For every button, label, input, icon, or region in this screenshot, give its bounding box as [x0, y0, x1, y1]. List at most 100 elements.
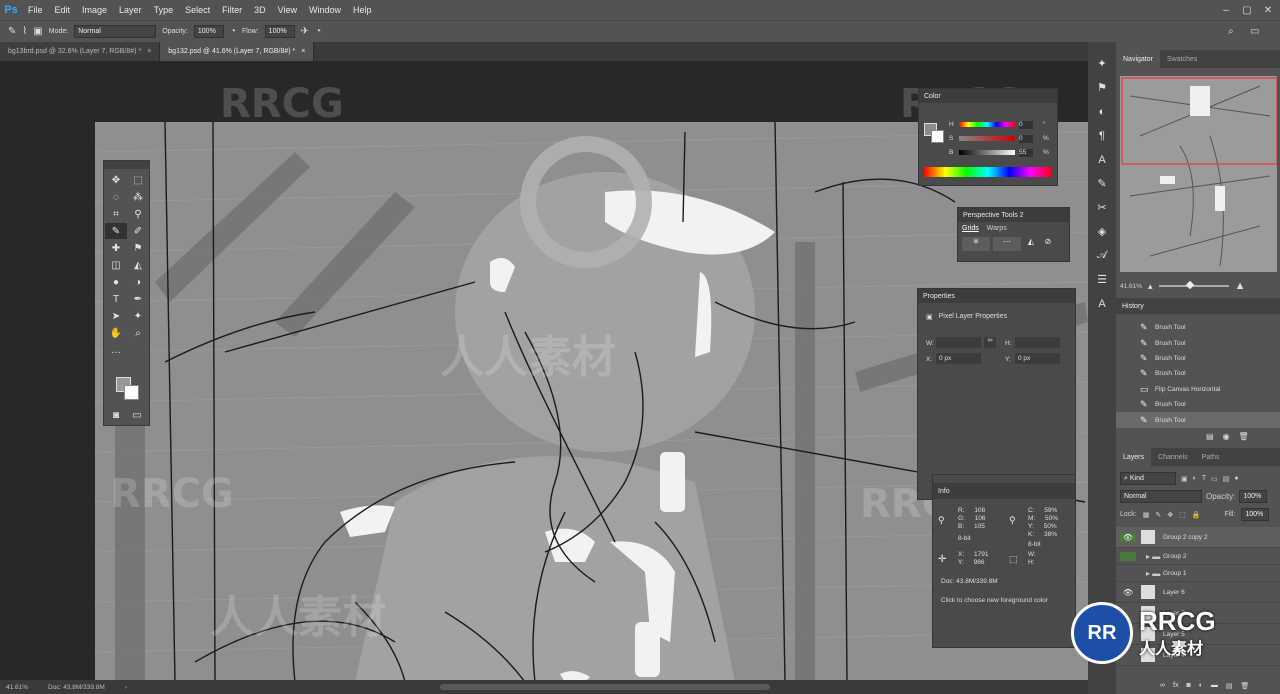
layer-row[interactable]: 👁 Group 2 copy 2 — [1116, 527, 1280, 548]
screen-mode-icon[interactable]: ▭ — [129, 407, 145, 423]
workspace-icon[interactable]: ▭ — [1250, 26, 1259, 37]
filter-shape-icon[interactable]: ▭ — [1211, 475, 1218, 483]
color-bg-swatch[interactable] — [931, 130, 944, 143]
filter-adjustment-icon[interactable]: ◐ — [1193, 475, 1197, 482]
crop-tool-icon[interactable]: ⌗ — [105, 206, 127, 222]
lock-paint-icon[interactable]: ✎ — [1155, 511, 1161, 519]
tab-navigator[interactable]: Navigator — [1116, 50, 1160, 68]
visibility-eye-icon[interactable]: 👁 — [1120, 588, 1136, 597]
3d-cube-icon[interactable]: ◈ — [1093, 224, 1111, 239]
brightness-slider[interactable] — [959, 150, 1015, 155]
pen-tool-icon[interactable]: ✒ — [127, 291, 149, 307]
lock-artboard-icon[interactable]: ⬚ — [1179, 511, 1186, 519]
brush-settings-icon[interactable]: ✎ — [1093, 176, 1111, 191]
visibility-eye-icon[interactable]: 👁 — [1120, 532, 1136, 542]
more-tools-icon[interactable]: … — [105, 342, 127, 358]
zoom-tool-icon[interactable]: ⌕ — [127, 325, 149, 341]
blend-mode-select[interactable]: Normal — [1120, 490, 1202, 503]
history-item[interactable]: ✎ Brush Tool — [1116, 335, 1280, 350]
layer-row[interactable]: ▸ ▬ Group 2 — [1116, 548, 1280, 565]
history-item[interactable]: ✎ Brush Tool — [1116, 366, 1280, 381]
paragraph-icon[interactable]: ¶ — [1093, 128, 1111, 143]
filter-pixel-icon[interactable]: ▣ — [1181, 475, 1188, 483]
menu-view[interactable]: View — [272, 5, 303, 15]
zoom-slider[interactable] — [1158, 280, 1229, 290]
menu-select[interactable]: Select — [179, 5, 216, 15]
marquee-tool-icon[interactable]: ⬚ — [127, 172, 149, 188]
history-title[interactable]: History — [1116, 298, 1280, 314]
quick-mask-icon[interactable]: ◙ — [108, 407, 124, 423]
zoom-out-icon[interactable]: ▴ — [1148, 281, 1153, 292]
flow-input[interactable]: 100% — [264, 25, 295, 38]
tool-presets-icon[interactable]: ✦ — [1093, 56, 1111, 71]
link-layers-icon[interactable]: ∞ — [1160, 682, 1165, 690]
filter-type-icon[interactable]: T — [1202, 475, 1206, 482]
history-item[interactable]: ✎ Brush Tool — [1116, 351, 1280, 366]
eraser-tool-icon[interactable]: ◫ — [105, 257, 127, 273]
history-item-current[interactable]: ✎ Brush Tool — [1116, 412, 1280, 428]
filter-toggle-icon[interactable]: ● — [1234, 475, 1238, 482]
hue-value[interactable]: 0 — [1019, 121, 1033, 129]
new-document-icon[interactable]: ▤ — [1206, 432, 1214, 441]
hide-icon[interactable]: ⊘ — [1041, 237, 1055, 251]
delete-layer-icon[interactable]: 🗑 — [1241, 682, 1250, 690]
add-mask-icon[interactable]: ◙ — [1186, 682, 1190, 690]
menu-window[interactable]: Window — [303, 5, 347, 15]
background-color-swatch[interactable] — [124, 385, 139, 400]
horizontal-scrollbar[interactable] — [440, 684, 770, 690]
saturation-value[interactable]: 0 — [1019, 135, 1033, 143]
dodge-tool-icon[interactable]: ◑ — [127, 274, 149, 290]
grid-horizon-icon[interactable]: ⋯ — [993, 237, 1021, 251]
menu-image[interactable]: Image — [76, 5, 113, 15]
zoom-slider-thumb[interactable] — [1185, 280, 1194, 290]
grid-radial-icon[interactable]: ✳ — [962, 237, 990, 251]
menu-edit[interactable]: Edit — [49, 5, 77, 15]
menu-filter[interactable]: Filter — [216, 5, 248, 15]
new-group-icon[interactable]: ▬ — [1211, 682, 1218, 690]
clone-stamp-tool-icon[interactable]: ⚑ — [127, 240, 149, 256]
maximize-icon[interactable]: ▢ — [1237, 0, 1257, 20]
zoom-in-icon[interactable]: ▲ — [1235, 280, 1246, 292]
menu-layer[interactable]: Layer — [113, 5, 148, 15]
tab-close-icon[interactable]: × — [301, 48, 305, 55]
link-icon[interactable]: ∞ — [984, 337, 996, 348]
lock-all-icon[interactable]: 🔒 — [1192, 511, 1201, 519]
menu-help[interactable]: Help — [347, 5, 378, 15]
adjustments-icon[interactable]: ◐ — [1093, 104, 1111, 119]
brush-tool-icon[interactable]: ✎ — [105, 223, 127, 239]
tab-swatches[interactable]: Swatches — [1160, 50, 1204, 68]
blur-tool-icon[interactable]: ● — [105, 274, 127, 290]
move-tool-icon[interactable]: ✥ — [105, 172, 127, 188]
pressure-opacity-icon[interactable]: ◔ — [230, 26, 236, 37]
visibility-eye-icon[interactable] — [1120, 551, 1136, 561]
navigator-zoom-value[interactable]: 41.61% — [1120, 283, 1142, 290]
glyphs-icon[interactable]: 𝒜 — [1093, 248, 1111, 263]
lasso-tool-icon[interactable]: ◌ — [105, 189, 127, 205]
eyedropper-tool-icon[interactable]: ⚲ — [127, 206, 149, 222]
lock-move-icon[interactable]: ✥ — [1167, 511, 1173, 519]
layer-row[interactable]: ▸ ▬ Group 1 — [1116, 565, 1280, 582]
tab-document-1[interactable]: bg13brd.psd @ 32.6% (Layer 7, RGB/8#) * … — [0, 42, 161, 61]
pencil-tool-icon[interactable]: ✐ — [127, 223, 149, 239]
history-item[interactable]: ✎ Brush Tool — [1116, 320, 1280, 335]
new-layer-icon[interactable]: ▤ — [1226, 682, 1233, 690]
brush-size-icon[interactable]: ⌇ — [22, 26, 27, 37]
tab-document-2[interactable]: bg132.psd @ 41.6% (Layer 7, RGB/8#) * × — [160, 42, 315, 61]
tools-icon[interactable]: ✂ — [1093, 200, 1111, 215]
status-zoom[interactable]: 41.61% — [6, 684, 28, 691]
menu-3d[interactable]: 3D — [248, 5, 272, 15]
brush-panel-icon[interactable]: ▣ — [33, 26, 42, 37]
opacity-input[interactable]: 100% — [193, 25, 224, 38]
type-icon[interactable]: A — [1093, 296, 1111, 311]
fill-icon[interactable]: ◭ — [1024, 237, 1038, 251]
history-item[interactable]: ▭ Flip Canvas Horizontal — [1116, 382, 1280, 397]
layer-opacity-input[interactable]: 100% — [1239, 490, 1268, 503]
menu-file[interactable]: File — [22, 5, 49, 15]
navigator-thumbnail[interactable] — [1120, 76, 1277, 272]
tab-warps[interactable]: Warps — [987, 225, 1007, 232]
paint-bucket-tool-icon[interactable]: ◭ — [127, 257, 149, 273]
history-brush-icon[interactable]: ⚑ — [1093, 80, 1111, 95]
pressure-size-icon[interactable]: ◔ — [315, 26, 321, 37]
healing-tool-icon[interactable]: ✚ — [105, 240, 127, 256]
tools-panel-header[interactable] — [104, 161, 149, 169]
